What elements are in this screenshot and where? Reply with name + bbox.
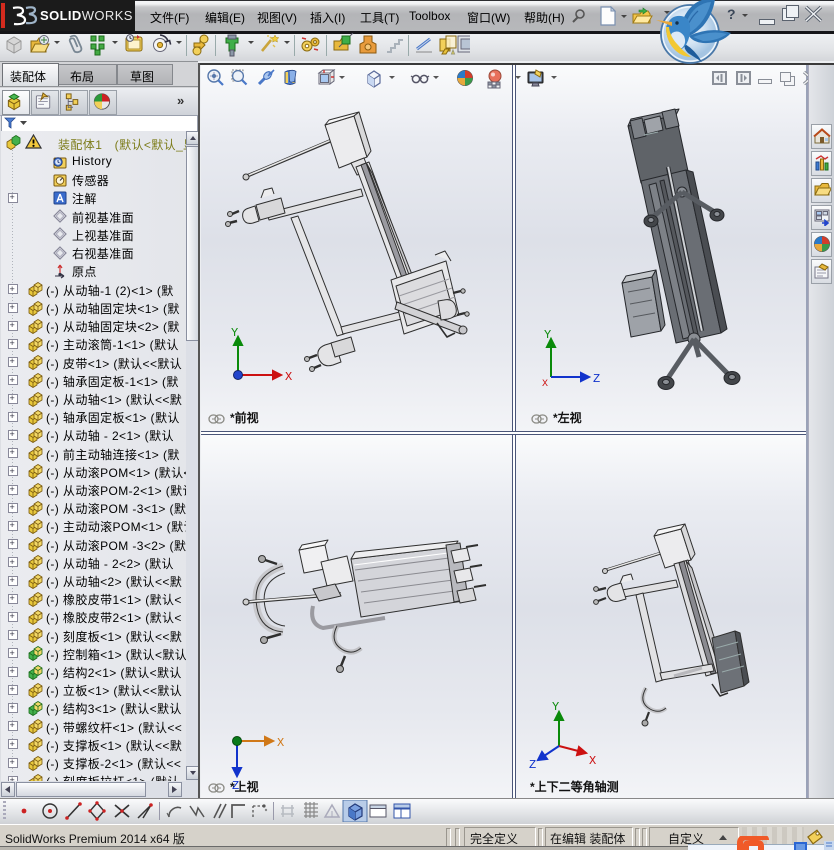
svg-text:X: X bbox=[589, 754, 596, 768]
svg-text:Z: Z bbox=[593, 372, 600, 386]
svg-text:Y: Y bbox=[552, 700, 559, 714]
svg-text:Z: Z bbox=[529, 758, 536, 772]
svg-text:X: X bbox=[277, 736, 284, 750]
svg-text:X: X bbox=[285, 370, 292, 384]
svg-text:X: X bbox=[542, 379, 548, 390]
svg-text:Y: Y bbox=[231, 326, 238, 340]
svg-text:Y: Y bbox=[544, 328, 551, 342]
